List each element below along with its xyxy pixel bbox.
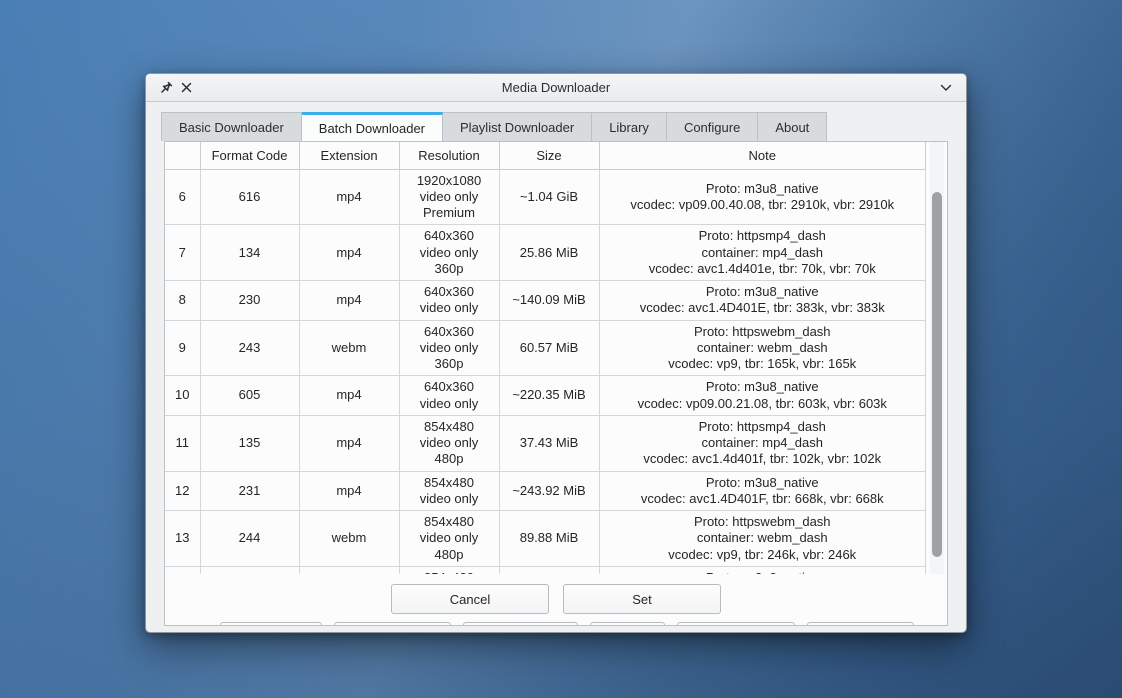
table-row[interactable]: 11 135 mp4 854x480 video only 480p 37.43…	[165, 415, 926, 471]
size-cell[interactable]: 60.57 MiB	[499, 320, 599, 376]
resolution-cell[interactable]: 854x480 video only 480p	[399, 415, 499, 471]
vertical-scrollbar[interactable]	[930, 142, 944, 574]
resolution-cell[interactable]: 640x360 video only 360p	[399, 225, 499, 281]
format-code-cell[interactable]: 231	[200, 471, 299, 511]
clipped-button[interactable]	[677, 622, 795, 626]
resolution-cell[interactable]: 854x480 video only 480p	[399, 511, 499, 567]
row-number-cell[interactable]: 8	[165, 281, 200, 321]
header-note[interactable]: Note	[599, 142, 926, 169]
format-code-cell[interactable]: 134	[200, 225, 299, 281]
size-cell[interactable]: ~140.09 MiB	[499, 281, 599, 321]
table-row[interactable]: 12 231 mp4 854x480 video only ~243.92 Mi…	[165, 471, 926, 511]
note-cell[interactable]: Proto: httpswebm_dash container: webm_da…	[599, 320, 926, 376]
size-cell[interactable]: ~220.35 MiB	[499, 376, 599, 416]
format-code-cell[interactable]: 230	[200, 281, 299, 321]
table-header-row: Format Code Extension Resolution Size No…	[165, 142, 926, 169]
note-cell[interactable]: Proto: m3u8_native vcodec: avc1.4D401F, …	[599, 471, 926, 511]
clipped-button[interactable]	[590, 622, 665, 626]
format-table-area: Format Code Extension Resolution Size No…	[165, 142, 947, 574]
tab-bar: Basic Downloader Batch Downloader Playli…	[161, 112, 966, 141]
tab-about[interactable]: About	[758, 112, 827, 141]
extension-cell[interactable]: mp4	[299, 376, 399, 416]
table-row[interactable]: 9 243 webm 640x360 video only 360p 60.57…	[165, 320, 926, 376]
row-number-cell[interactable]: 7	[165, 225, 200, 281]
clipped-button[interactable]	[220, 622, 322, 626]
format-code-cell[interactable]: 605	[200, 376, 299, 416]
header-size[interactable]: Size	[499, 142, 599, 169]
size-cell[interactable]: 37.43 MiB	[499, 415, 599, 471]
tab-library[interactable]: Library	[592, 112, 667, 141]
extension-cell[interactable]: webm	[299, 511, 399, 567]
header-row-number[interactable]	[165, 142, 200, 169]
size-cell[interactable]: ~1.04 GiB	[499, 169, 599, 225]
clipped-button[interactable]	[807, 622, 914, 626]
row-number-cell[interactable]: 10	[165, 376, 200, 416]
format-code-cell[interactable]	[200, 566, 299, 574]
header-format-code[interactable]: Format Code	[200, 142, 299, 169]
table-row[interactable]: 854x480 Proto: m3u8_native	[165, 566, 926, 574]
row-number-cell[interactable]: 12	[165, 471, 200, 511]
tab-configure[interactable]: Configure	[667, 112, 758, 141]
extension-cell[interactable]: webm	[299, 320, 399, 376]
format-code-cell[interactable]: 244	[200, 511, 299, 567]
row-number-cell[interactable]	[165, 566, 200, 574]
note-cell[interactable]: Proto: httpsmp4_dash container: mp4_dash…	[599, 225, 926, 281]
size-cell[interactable]: 25.86 MiB	[499, 225, 599, 281]
resolution-cell[interactable]: 854x480	[399, 566, 499, 574]
table-row[interactable]: 13 244 webm 854x480 video only 480p 89.8…	[165, 511, 926, 567]
resolution-cell[interactable]: 640x360 video only	[399, 281, 499, 321]
header-resolution[interactable]: Resolution	[399, 142, 499, 169]
clipped-button[interactable]	[334, 622, 451, 626]
set-button[interactable]: Set	[563, 584, 721, 614]
tab-basic-downloader[interactable]: Basic Downloader	[161, 112, 302, 141]
format-table: Format Code Extension Resolution Size No…	[165, 142, 926, 574]
note-cell[interactable]: Proto: m3u8_native vcodec: vp09.00.40.08…	[599, 169, 926, 225]
format-code-cell[interactable]: 616	[200, 169, 299, 225]
resolution-cell[interactable]: 1920x1080 video only Premium	[399, 169, 499, 225]
header-extension[interactable]: Extension	[299, 142, 399, 169]
resolution-cell[interactable]: 854x480 video only	[399, 471, 499, 511]
dialog-button-row: Cancel Set	[165, 584, 947, 614]
clipped-buttons-row	[220, 622, 947, 626]
resolution-cell[interactable]: 640x360 video only 360p	[399, 320, 499, 376]
clipped-button[interactable]	[463, 622, 578, 626]
row-number-cell[interactable]: 6	[165, 169, 200, 225]
format-table-body: 6 616 mp4 1920x1080 video only Premium ~…	[165, 169, 926, 574]
row-number-cell[interactable]: 11	[165, 415, 200, 471]
tab-batch-downloader[interactable]: Batch Downloader	[302, 112, 443, 141]
media-downloader-window: Media Downloader Basic Downl	[145, 73, 967, 633]
row-number-cell[interactable]: 9	[165, 320, 200, 376]
note-cell[interactable]: Proto: m3u8_native vcodec: vp09.00.21.08…	[599, 376, 926, 416]
size-cell[interactable]: 89.88 MiB	[499, 511, 599, 567]
table-row[interactable]: 7 134 mp4 640x360 video only 360p 25.86 …	[165, 225, 926, 281]
extension-cell[interactable]: mp4	[299, 471, 399, 511]
size-cell[interactable]	[499, 566, 599, 574]
size-cell[interactable]: ~243.92 MiB	[499, 471, 599, 511]
extension-cell[interactable]	[299, 566, 399, 574]
extension-cell[interactable]: mp4	[299, 281, 399, 321]
note-cell[interactable]: Proto: m3u8_native	[599, 566, 926, 574]
extension-cell[interactable]: mp4	[299, 169, 399, 225]
note-cell[interactable]: Proto: httpswebm_dash container: webm_da…	[599, 511, 926, 567]
table-row[interactable]: 8 230 mp4 640x360 video only ~140.09 MiB…	[165, 281, 926, 321]
resolution-cell[interactable]: 640x360 video only	[399, 376, 499, 416]
note-cell[interactable]: Proto: m3u8_native vcodec: avc1.4D401E, …	[599, 281, 926, 321]
scrollbar-thumb[interactable]	[932, 192, 942, 557]
table-row[interactable]: 10 605 mp4 640x360 video only ~220.35 Mi…	[165, 376, 926, 416]
format-code-cell[interactable]: 135	[200, 415, 299, 471]
note-cell[interactable]: Proto: httpsmp4_dash container: mp4_dash…	[599, 415, 926, 471]
extension-cell[interactable]: mp4	[299, 225, 399, 281]
tab-playlist-downloader[interactable]: Playlist Downloader	[443, 112, 592, 141]
tab-content-panel: Format Code Extension Resolution Size No…	[164, 141, 948, 626]
format-code-cell[interactable]: 243	[200, 320, 299, 376]
table-row[interactable]: 6 616 mp4 1920x1080 video only Premium ~…	[165, 169, 926, 225]
window-title: Media Downloader	[146, 80, 966, 95]
extension-cell[interactable]: mp4	[299, 415, 399, 471]
row-number-cell[interactable]: 13	[165, 511, 200, 567]
cancel-button[interactable]: Cancel	[391, 584, 549, 614]
title-bar[interactable]: Media Downloader	[146, 74, 966, 102]
